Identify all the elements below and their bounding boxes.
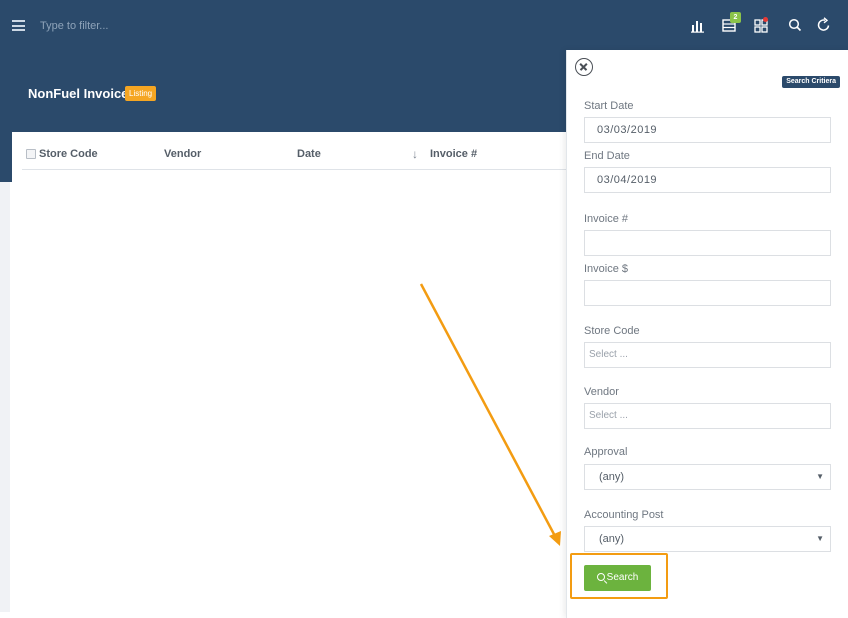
- column-vendor[interactable]: Vendor: [164, 148, 201, 160]
- invoice-amount-input[interactable]: [584, 280, 831, 306]
- select-all-checkbox[interactable]: [26, 149, 36, 159]
- end-date-field[interactable]: 03/04/2019: [584, 167, 831, 193]
- table-card: Store Code Vendor Date ↓ Invoice #: [12, 132, 572, 612]
- approval-label: Approval: [584, 446, 628, 458]
- refresh-icon[interactable]: [815, 16, 833, 34]
- notification-badge: 2: [730, 12, 741, 23]
- left-strip: [0, 182, 10, 612]
- page-title: NonFuel Invoice: [28, 86, 129, 101]
- search-criteria-tag: Search Critiera: [782, 76, 840, 88]
- column-date[interactable]: Date: [297, 148, 321, 160]
- invoice-num-label: Invoice #: [584, 213, 629, 225]
- invoice-amount-label: Invoice $: [584, 263, 629, 275]
- store-code-select[interactable]: Select ...: [584, 342, 831, 368]
- caret-down-icon: ▼: [816, 534, 824, 543]
- end-date-label: End Date: [584, 150, 630, 162]
- approval-dropdown[interactable]: (any) ▼: [584, 464, 831, 490]
- search-criteria-panel: Search Critiera Start Date 03/03/2019 En…: [566, 50, 848, 618]
- accounting-post-dropdown[interactable]: (any) ▼: [584, 526, 831, 552]
- filter-input[interactable]: [40, 17, 240, 35]
- bar-chart-icon[interactable]: [689, 16, 707, 34]
- store-code-label: Store Code: [584, 325, 640, 337]
- close-icon[interactable]: [575, 58, 593, 76]
- vendor-select[interactable]: Select ...: [584, 403, 831, 429]
- start-date-field[interactable]: 03/03/2019: [584, 117, 831, 143]
- approval-value: (any): [599, 471, 625, 483]
- vendor-label: Vendor: [584, 386, 619, 398]
- top-bar: 2: [0, 0, 848, 50]
- accounting-post-value: (any): [599, 533, 625, 545]
- caret-down-icon: ▼: [816, 472, 824, 481]
- sort-down-icon[interactable]: ↓: [412, 147, 418, 161]
- table-header: Store Code Vendor Date ↓ Invoice #: [22, 146, 568, 170]
- accounting-post-label: Accounting Post: [584, 509, 664, 521]
- column-store-code[interactable]: Store Code: [39, 148, 98, 160]
- menu-icon[interactable]: [12, 20, 25, 31]
- listing-tag: Listing: [125, 86, 157, 101]
- start-date-label: Start Date: [584, 100, 634, 112]
- invoice-num-input[interactable]: [584, 230, 831, 256]
- alert-dot: [763, 17, 768, 22]
- column-invoice-num[interactable]: Invoice #: [430, 148, 477, 160]
- search-icon[interactable]: [786, 16, 804, 34]
- highlight-box: [570, 553, 668, 599]
- grid-icon[interactable]: [753, 16, 771, 34]
